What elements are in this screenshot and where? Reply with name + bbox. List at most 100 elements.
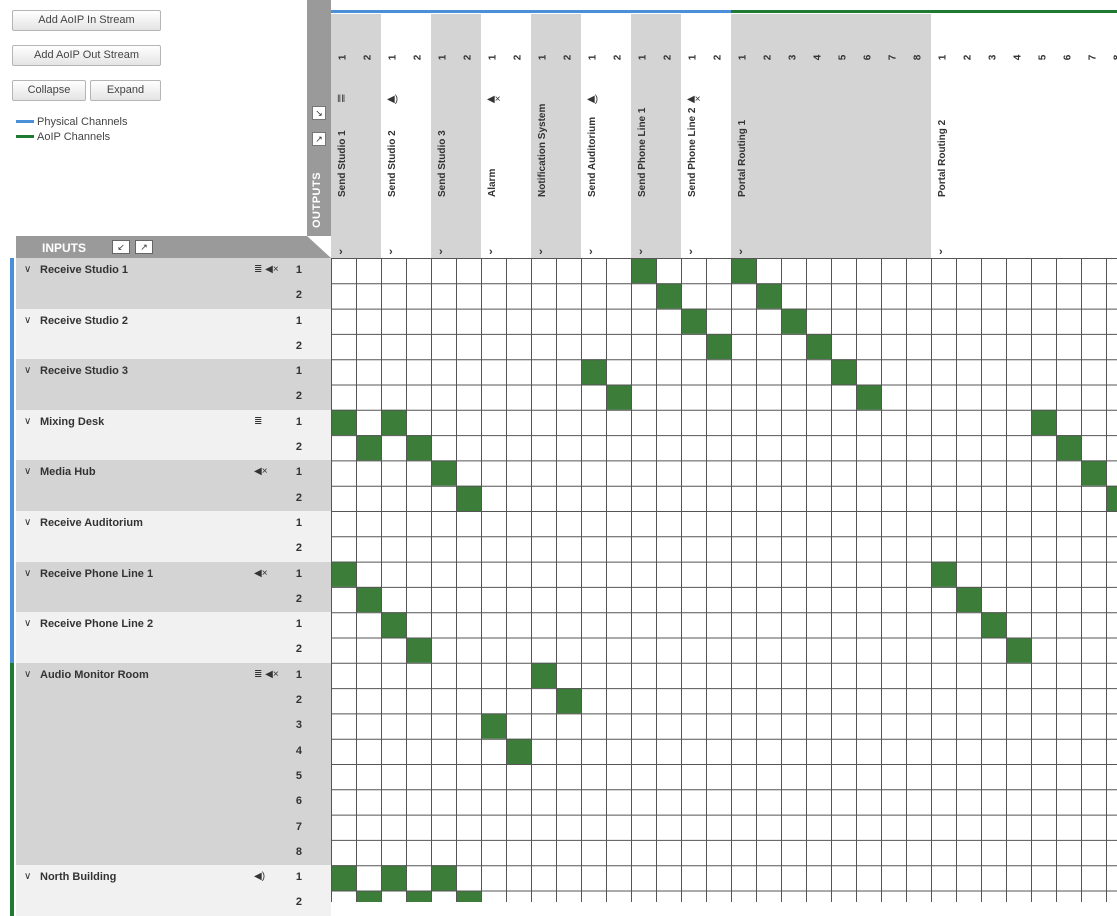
output-name[interactable]: Portal Routing 1: [737, 120, 748, 197]
chevron-icon[interactable]: ›: [489, 246, 493, 258]
routing-matrix[interactable]: [331, 258, 1117, 902]
route-cell[interactable]: [456, 486, 481, 511]
chevron-down-icon[interactable]: ∨: [24, 517, 31, 528]
collapse-arrows-icon[interactable]: ↘: [312, 106, 326, 120]
route-cell[interactable]: [756, 283, 781, 308]
chevron-down-icon[interactable]: ∨: [24, 315, 31, 326]
route-cell[interactable]: [1106, 486, 1117, 511]
output-name[interactable]: Notification System: [537, 104, 548, 197]
output-name[interactable]: Send Studio 3: [437, 130, 448, 197]
route-cell[interactable]: [931, 562, 956, 587]
route-cell[interactable]: [731, 258, 756, 283]
route-cell[interactable]: [381, 410, 406, 435]
route-cell[interactable]: [331, 410, 356, 435]
input-status-icons[interactable]: ≣ ◀×: [254, 669, 279, 680]
output-name[interactable]: Alarm: [487, 169, 498, 197]
route-cell[interactable]: [681, 309, 706, 334]
route-cell[interactable]: [406, 891, 431, 903]
route-cell[interactable]: [406, 638, 431, 663]
collapse-arrows-icon[interactable]: ↙: [112, 240, 130, 254]
route-cell[interactable]: [431, 460, 456, 485]
mute-icon[interactable]: ◀×: [687, 94, 701, 105]
expand-button[interactable]: Expand: [90, 80, 161, 101]
chevron-icon[interactable]: ›: [339, 246, 343, 258]
chevron-icon[interactable]: ›: [589, 246, 593, 258]
input-name[interactable]: Receive Studio 1: [40, 264, 128, 276]
chevron-icon[interactable]: ›: [689, 246, 693, 258]
chevron-down-icon[interactable]: ∨: [24, 264, 31, 275]
output-name[interactable]: Send Studio 2: [387, 130, 398, 197]
route-cell[interactable]: [781, 309, 806, 334]
chevron-down-icon[interactable]: ∨: [24, 466, 31, 477]
route-cell[interactable]: [406, 435, 431, 460]
chevron-down-icon[interactable]: ∨: [24, 871, 31, 882]
route-cell[interactable]: [356, 891, 381, 903]
input-status-icons[interactable]: ◀×: [254, 466, 268, 477]
output-name[interactable]: Send Studio 1: [337, 130, 348, 197]
route-cell[interactable]: [981, 612, 1006, 637]
route-cell[interactable]: [331, 865, 356, 890]
route-cell[interactable]: [831, 359, 856, 384]
route-cell[interactable]: [581, 359, 606, 384]
route-cell[interactable]: [456, 891, 481, 903]
chevron-icon[interactable]: ›: [639, 246, 643, 258]
route-cell[interactable]: [381, 865, 406, 890]
chevron-icon[interactable]: ›: [389, 246, 393, 258]
output-name[interactable]: Send Phone Line 1: [637, 108, 648, 197]
route-cell[interactable]: [1081, 460, 1106, 485]
route-cell[interactable]: [856, 385, 881, 410]
chevron-icon[interactable]: ›: [539, 246, 543, 258]
input-status-icons[interactable]: ≣ ◀×: [254, 264, 279, 275]
route-cell[interactable]: [506, 739, 531, 764]
route-cell[interactable]: [656, 283, 681, 308]
route-cell[interactable]: [806, 334, 831, 359]
expand-arrows-icon[interactable]: ↗: [312, 132, 326, 146]
route-cell[interactable]: [1056, 435, 1081, 460]
input-status-icons[interactable]: ◀×: [254, 568, 268, 579]
route-cell[interactable]: [356, 587, 381, 612]
input-name[interactable]: Receive Studio 2: [40, 315, 128, 327]
speaker-icon[interactable]: ◀): [587, 94, 598, 105]
route-cell[interactable]: [531, 663, 556, 688]
output-name[interactable]: Send Phone Line 2: [687, 108, 698, 197]
route-cell[interactable]: [956, 587, 981, 612]
route-cell[interactable]: [481, 713, 506, 738]
route-cell[interactable]: [356, 435, 381, 460]
expand-arrows-icon[interactable]: ↗: [135, 240, 153, 254]
mute-icon[interactable]: ◀×: [487, 94, 501, 105]
input-name[interactable]: Receive Auditorium: [40, 517, 143, 529]
input-name[interactable]: Media Hub: [40, 466, 96, 478]
chevron-icon[interactable]: ›: [439, 246, 443, 258]
route-cell[interactable]: [631, 258, 656, 283]
chevron-down-icon[interactable]: ∨: [24, 669, 31, 680]
chevron-icon[interactable]: ›: [939, 246, 943, 258]
route-cell[interactable]: [556, 688, 581, 713]
chevron-down-icon[interactable]: ∨: [24, 568, 31, 579]
add-aoip-out-stream-button[interactable]: Add AoIP Out Stream: [12, 45, 161, 66]
speaker-icon[interactable]: ◀): [387, 94, 398, 105]
input-name[interactable]: Mixing Desk: [40, 416, 104, 428]
route-cell[interactable]: [1031, 410, 1056, 435]
route-cell[interactable]: [431, 865, 456, 890]
route-cell[interactable]: [606, 385, 631, 410]
input-name[interactable]: Receive Studio 3: [40, 365, 128, 377]
add-aoip-in-stream-button[interactable]: Add AoIP In Stream: [12, 10, 161, 31]
chevron-down-icon[interactable]: ∨: [24, 618, 31, 629]
input-name[interactable]: Audio Monitor Room: [40, 669, 149, 681]
output-name[interactable]: Send Auditorium: [587, 117, 598, 197]
route-cell[interactable]: [1006, 638, 1031, 663]
input-status-icons[interactable]: ≣: [254, 416, 262, 427]
route-cell[interactable]: [381, 612, 406, 637]
mixer-icon[interactable]: ‖‖: [337, 94, 345, 105]
chevron-down-icon[interactable]: ∨: [24, 365, 31, 376]
collapse-button[interactable]: Collapse: [12, 80, 86, 101]
output-name[interactable]: Portal Routing 2: [937, 120, 948, 197]
chevron-icon[interactable]: ›: [739, 246, 743, 258]
input-name[interactable]: Receive Phone Line 2: [40, 618, 153, 630]
route-cell[interactable]: [706, 334, 731, 359]
input-name[interactable]: Receive Phone Line 1: [40, 568, 153, 580]
input-name[interactable]: North Building: [40, 871, 116, 883]
chevron-down-icon[interactable]: ∨: [24, 416, 31, 427]
route-cell[interactable]: [331, 562, 356, 587]
input-status-icons[interactable]: ◀): [254, 871, 265, 882]
